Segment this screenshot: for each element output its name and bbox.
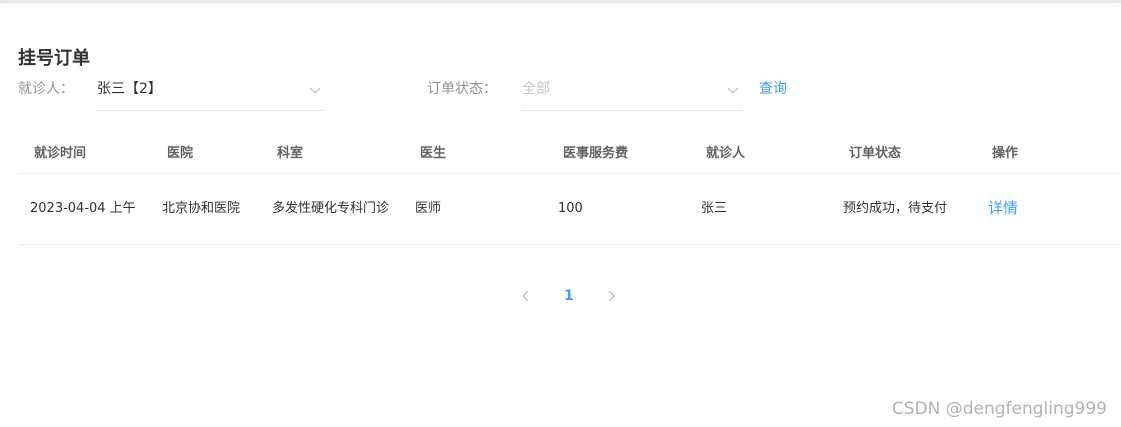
cell-doctor: 医师	[415, 201, 442, 216]
table-header: 就诊时间 医院 科室 医生 医事服务费 就诊人 订单状态 操作	[18, 134, 1119, 174]
column-header-hospital: 医院	[167, 146, 194, 161]
cell-time: 2023-04-04 上午	[30, 201, 136, 216]
query-button[interactable]: 查询	[759, 80, 787, 98]
watermark: CSDN @dengfengling999	[891, 399, 1107, 419]
pagination: 1	[0, 286, 1121, 306]
column-header-action: 操作	[992, 146, 1019, 161]
column-header-doctor: 医生	[420, 146, 447, 161]
column-header-status: 订单状态	[849, 146, 902, 161]
cell-hospital: 北京协和医院	[162, 201, 241, 216]
patient-filter-label: 就诊人：	[18, 81, 74, 97]
column-header-time: 就诊时间	[34, 146, 87, 161]
chevron-down-icon	[309, 87, 321, 94]
cell-department: 多发性硬化专科门诊	[272, 201, 390, 216]
orders-table: 就诊时间 医院 科室 医生 医事服务费 就诊人 订单状态 操作 2023-04-…	[18, 134, 1119, 245]
column-header-fee: 医事服务费	[563, 146, 629, 161]
table-row: 2023-04-04 上午 北京协和医院 多发性硬化专科门诊 医师 100 张三…	[18, 174, 1119, 245]
status-select-placeholder: 全部	[522, 81, 550, 97]
details-link[interactable]: 详情	[988, 200, 1018, 216]
cell-fee: 100	[558, 201, 583, 216]
status-filter-label: 订单状态：	[427, 81, 497, 97]
cell-status: 预约成功，待支付	[843, 201, 948, 216]
top-bar	[0, 0, 1121, 3]
chevron-right-icon[interactable]	[605, 289, 617, 303]
column-header-patient: 就诊人	[706, 146, 746, 161]
patient-select-value: 张三【2】	[97, 81, 162, 97]
page-title: 挂号订单	[18, 48, 90, 69]
cell-patient: 张三	[701, 201, 728, 216]
status-select[interactable]: 全部	[522, 72, 742, 111]
patient-select[interactable]: 张三【2】	[97, 72, 324, 111]
chevron-left-icon[interactable]	[520, 289, 532, 303]
chevron-down-icon	[727, 87, 739, 94]
page-number[interactable]: 1	[564, 287, 574, 305]
column-header-department: 科室	[277, 146, 304, 161]
